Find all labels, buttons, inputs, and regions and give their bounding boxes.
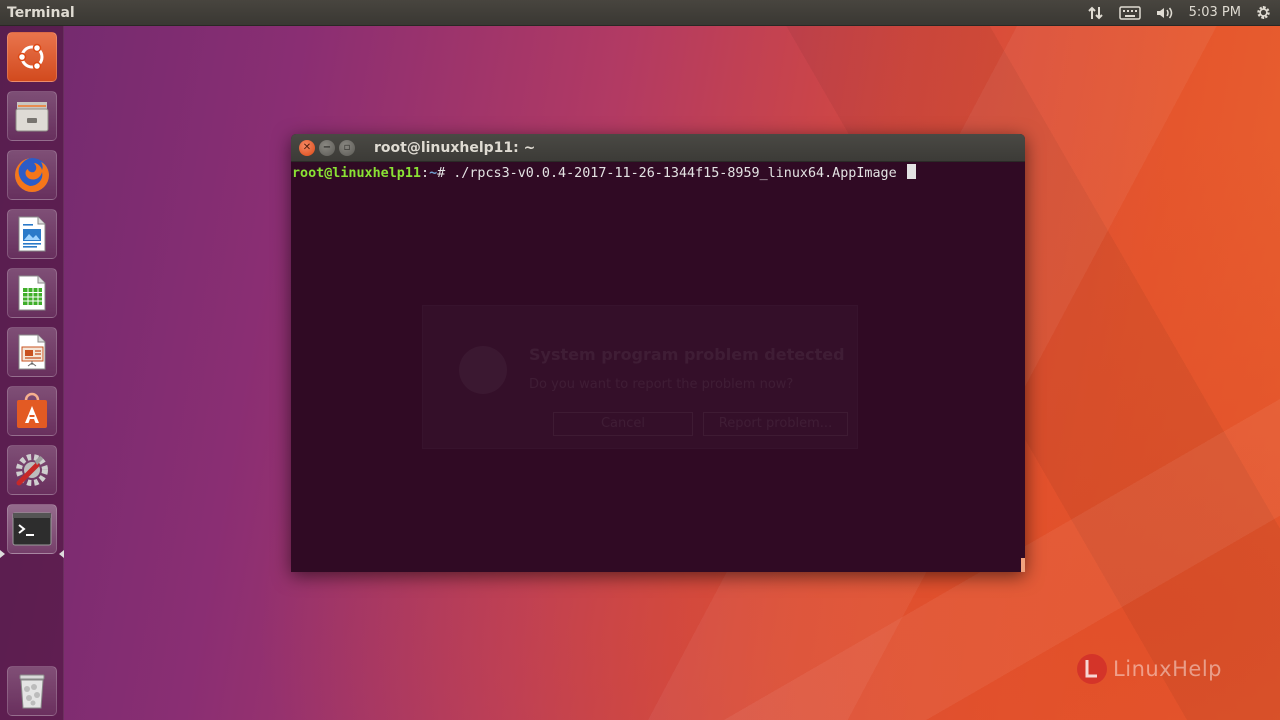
linuxhelp-watermark: LinuxHelp: [1075, 652, 1222, 686]
command-text: ./rpcs3-v0.0.4-2017-11-26-1344f15-8959_l…: [453, 166, 905, 181]
command-line: root@linuxhelp11:~# ./rpcs3-v0.0.4-2017-…: [292, 164, 1024, 183]
settings-gear-icon[interactable]: [1255, 4, 1272, 21]
active-indicator-arrow: [0, 550, 5, 558]
launcher-item-calc[interactable]: [7, 268, 57, 318]
dialog-report-button: Report problem...: [703, 412, 848, 436]
background-error-dialog: System program problem detected Do you w…: [422, 305, 858, 449]
terminal-body[interactable]: System program problem detected Do you w…: [291, 162, 1025, 572]
firefox-icon: [15, 158, 49, 192]
watermark-text: LinuxHelp: [1113, 657, 1222, 681]
network-icon[interactable]: [1087, 5, 1105, 21]
question-icon: [459, 346, 507, 394]
dialog-cancel-button: Cancel: [553, 412, 693, 436]
impress-presentation-icon: [18, 334, 46, 370]
settings-tools-icon: [16, 454, 48, 486]
resize-grip[interactable]: [1021, 558, 1025, 572]
maximize-button[interactable]: ▫: [339, 139, 355, 156]
launcher-item-ubuntu-dash[interactable]: [7, 32, 57, 82]
top-panel: Terminal 5:03 PM: [0, 0, 1280, 26]
text-cursor: [906, 164, 916, 179]
close-button[interactable]: ✕: [299, 139, 315, 156]
calc-spreadsheet-icon: [18, 275, 46, 311]
clock[interactable]: 5:03 PM: [1189, 5, 1241, 20]
file-cabinet-icon: [15, 102, 49, 132]
launcher-item-firefox[interactable]: [7, 150, 57, 200]
launcher-item-trash[interactable]: [7, 666, 57, 716]
prompt-path: ~: [429, 166, 438, 181]
prompt-symbol: #: [437, 166, 454, 181]
launcher-item-files[interactable]: [7, 91, 57, 141]
trash-icon: [19, 674, 45, 709]
launcher-item-writer[interactable]: [7, 209, 57, 259]
terminal-icon: [12, 512, 52, 546]
prompt-user: root@linuxhelp11: [292, 166, 421, 181]
launcher-item-impress[interactable]: [7, 327, 57, 377]
linuxhelp-logo-icon: [1077, 654, 1108, 684]
launcher-item-terminal[interactable]: [7, 504, 57, 554]
active-app-title: Terminal: [7, 4, 75, 21]
volume-icon[interactable]: [1155, 5, 1175, 21]
software-bag-icon: [17, 392, 47, 428]
launcher: [0, 26, 64, 720]
focus-indicator-arrow: [59, 550, 64, 558]
dialog-message: Do you want to report the problem now?: [529, 377, 794, 392]
terminal-window: ✕ − ▫ root@linuxhelp11: ~ System program…: [291, 134, 1025, 572]
writer-document-icon: [18, 216, 46, 252]
keyboard-icon[interactable]: [1118, 5, 1141, 21]
launcher-item-software[interactable]: [7, 386, 57, 436]
terminal-titlebar[interactable]: ✕ − ▫ root@linuxhelp11: ~: [291, 134, 1025, 162]
indicator-area: 5:03 PM: [1087, 4, 1280, 21]
dialog-title: System program problem detected: [529, 345, 845, 364]
minimize-button[interactable]: −: [319, 139, 335, 156]
ubuntu-logo-icon: [17, 43, 44, 71]
launcher-item-settings[interactable]: [7, 445, 57, 495]
window-title: root@linuxhelp11: ~: [374, 139, 536, 156]
